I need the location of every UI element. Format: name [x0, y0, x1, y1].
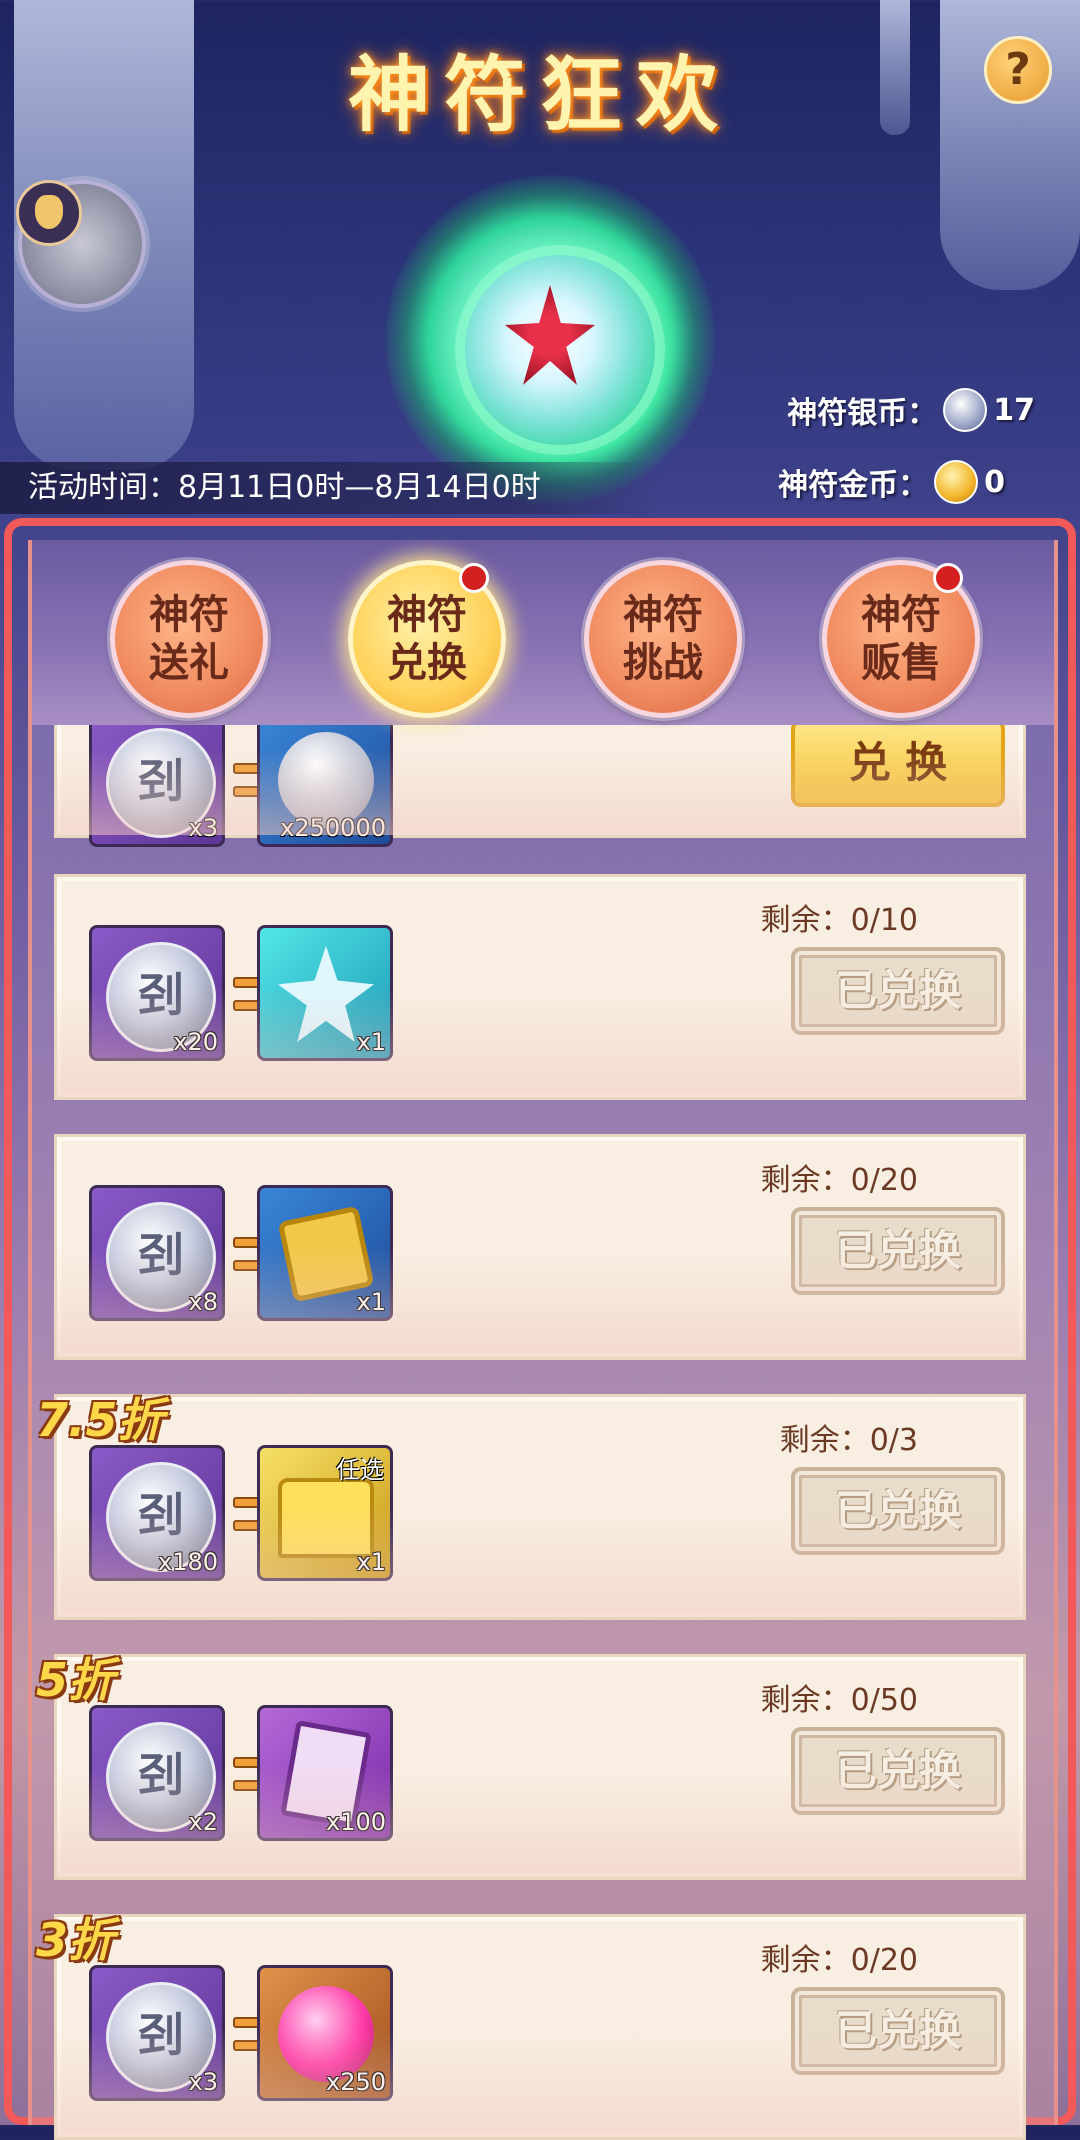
- cost-quantity: x3: [188, 814, 218, 842]
- tab-1[interactable]: 神符 兑换: [348, 560, 506, 718]
- tab-label: 神符 送礼: [149, 592, 229, 686]
- reward-quantity: x250000: [280, 814, 386, 842]
- cost-slot[interactable]: 刭 x8: [89, 1185, 225, 1321]
- tab-0[interactable]: 神符 送礼: [110, 560, 268, 718]
- reward-slot[interactable]: x250: [257, 1965, 393, 2101]
- cost-slot[interactable]: 刭 x3: [89, 1965, 225, 2101]
- tab-3[interactable]: 神符 贩售: [822, 560, 980, 718]
- remaining-count: 剩余：0/20: [760, 1163, 918, 1198]
- reward-slot[interactable]: 任选 x1: [257, 1445, 393, 1581]
- exchange-row: 刭 x20 x1 剩余：0/10 已兑换: [54, 874, 1026, 1100]
- reward-slot[interactable]: x250000: [257, 711, 393, 847]
- silver-coin-icon: [943, 388, 988, 432]
- discount-badge: 5折: [36, 1653, 115, 1707]
- exchange-row: 刭 x2 x100 剩余：0/50 已兑换: [54, 1654, 1026, 1880]
- tab-label: 神符 挑战: [623, 592, 703, 686]
- exchange-row: 刭 x8 x1 剩余：0/20 已兑换: [54, 1134, 1026, 1360]
- reward-slot[interactable]: x1: [257, 925, 393, 1061]
- moon-bunny-icon: [16, 180, 82, 246]
- cost-slot[interactable]: 刭 x180: [89, 1445, 225, 1581]
- reward-slot[interactable]: x100: [257, 1705, 393, 1841]
- exchange-row: 刭 x180 任选 x1 剩余：0/3 已兑换: [54, 1394, 1026, 1620]
- gold-coin-icon: [934, 460, 979, 504]
- optional-tag: 任选: [336, 1456, 384, 1484]
- page-title: 神符狂欢: [347, 48, 732, 143]
- silver-currency-label: 神符银币：: [787, 396, 938, 431]
- reward-quantity: x1: [356, 1288, 386, 1316]
- exchanged-button[interactable]: 已兑换: [791, 1467, 1005, 1555]
- help-button[interactable]: ?: [984, 36, 1052, 104]
- silver-currency: 神符银币： 17: [787, 388, 1035, 432]
- cost-quantity: x20: [173, 1028, 218, 1056]
- reward-slot[interactable]: x1: [257, 1185, 393, 1321]
- exchanged-button[interactable]: 已兑换: [791, 1207, 1005, 1295]
- exchanged-button[interactable]: 已兑换: [791, 947, 1005, 1035]
- remaining-count: 剩余：0/50: [760, 1683, 918, 1718]
- gold-currency: 神符金币： 0: [778, 460, 1005, 504]
- notification-dot: [933, 563, 963, 593]
- remaining-count: 剩余：0/20: [760, 1943, 918, 1978]
- tab-label: 神符 兑换: [387, 592, 467, 686]
- avatar[interactable]: [16, 180, 146, 308]
- reward-quantity: x100: [325, 1808, 386, 1836]
- discount-badge: 7.5折: [36, 1393, 164, 1447]
- gold-currency-label: 神符金币：: [778, 468, 929, 503]
- discount-badge: 3折: [36, 1913, 115, 1967]
- cost-quantity: x8: [188, 1288, 218, 1316]
- silver-currency-value: 17: [993, 392, 1035, 428]
- tab-2[interactable]: 神符 挑战: [584, 560, 742, 718]
- cost-slot[interactable]: 刭 x20: [89, 925, 225, 1061]
- notification-dot: [459, 563, 489, 593]
- reward-quantity: x1: [356, 1548, 386, 1576]
- cost-slot[interactable]: 刭 x2: [89, 1705, 225, 1841]
- cost-quantity: x180: [157, 1548, 218, 1576]
- cost-quantity: x3: [188, 2068, 218, 2096]
- remaining-count: 剩余：0/10: [760, 903, 918, 938]
- exchanged-button[interactable]: 已兑换: [791, 1727, 1005, 1815]
- exchange-row: 刭 x3 x250 剩余：0/20 已兑换: [54, 1914, 1026, 2140]
- gold-currency-value: 0: [984, 464, 1005, 500]
- tab-label: 神符 贩售: [861, 592, 941, 686]
- reward-quantity: x1: [356, 1028, 386, 1056]
- reward-quantity: x250: [325, 2068, 386, 2096]
- divine-beast-illustration: [385, 175, 715, 505]
- exchanged-button[interactable]: 已兑换: [791, 1987, 1005, 2075]
- cost-quantity: x2: [188, 1808, 218, 1836]
- remaining-count: 剩余：0/3: [779, 1423, 918, 1458]
- cost-slot[interactable]: 刭 x3: [89, 711, 225, 847]
- event-time: 活动时间：8月11日0时—8月14日0时: [0, 462, 660, 514]
- exchange-button[interactable]: 兑 换: [791, 719, 1005, 807]
